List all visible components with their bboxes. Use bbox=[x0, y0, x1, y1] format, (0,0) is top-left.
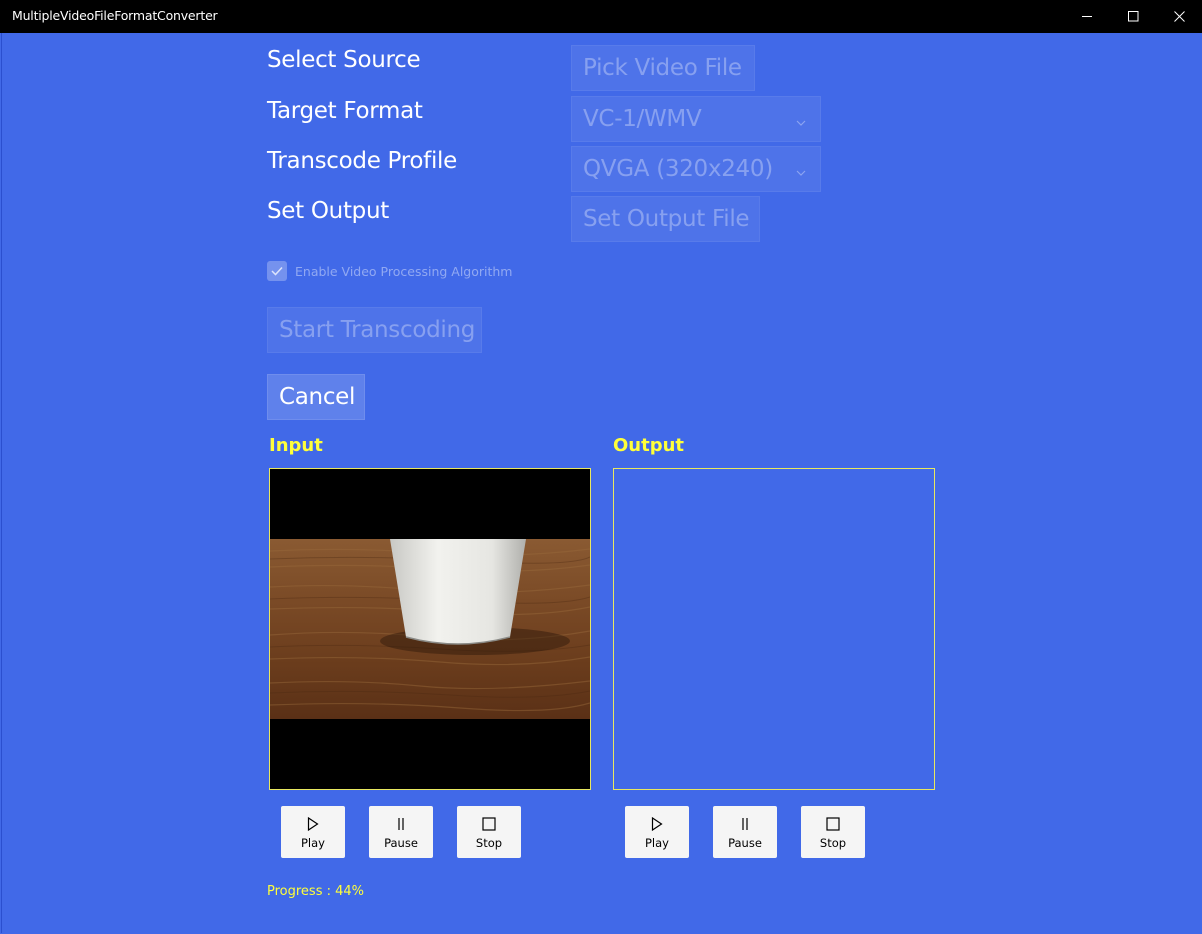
target-format-dropdown[interactable]: VC-1/WMV bbox=[571, 96, 821, 142]
select-source-label: Select Source bbox=[267, 47, 421, 73]
play-icon bbox=[307, 816, 319, 832]
input-video-player[interactable] bbox=[269, 468, 591, 790]
input-stop-button[interactable]: Stop bbox=[457, 806, 521, 858]
minimize-button[interactable] bbox=[1064, 0, 1110, 33]
stop-icon bbox=[482, 816, 496, 832]
maximize-button[interactable] bbox=[1110, 0, 1156, 33]
output-stop-button[interactable]: Stop bbox=[801, 806, 865, 858]
set-output-label: Set Output bbox=[267, 198, 389, 224]
play-icon bbox=[651, 816, 663, 832]
title-bar: MultipleVideoFileFormatConverter bbox=[0, 0, 1202, 33]
input-video-frame bbox=[270, 469, 590, 789]
output-pause-button[interactable]: Pause bbox=[713, 806, 777, 858]
pause-label: Pause bbox=[728, 836, 762, 850]
pause-icon bbox=[740, 816, 750, 832]
transcode-profile-value: QVGA (320x240) bbox=[583, 156, 773, 182]
set-output-file-button[interactable]: Set Output File bbox=[571, 196, 760, 242]
minimize-icon bbox=[1081, 16, 1092, 17]
target-format-value: VC-1/WMV bbox=[583, 106, 702, 132]
stop-label: Stop bbox=[819, 836, 847, 850]
main-content: Select Source Target Format Transcode Pr… bbox=[1, 33, 1202, 933]
stop-icon bbox=[826, 816, 840, 832]
close-icon bbox=[1173, 11, 1185, 22]
close-button[interactable] bbox=[1156, 0, 1202, 33]
transcode-profile-dropdown[interactable]: QVGA (320x240) bbox=[571, 146, 821, 192]
input-title: Input bbox=[269, 435, 323, 456]
chevron-down-icon bbox=[796, 156, 806, 182]
play-label: Play bbox=[301, 836, 325, 850]
enable-processing-checkbox[interactable] bbox=[267, 261, 287, 281]
target-format-label: Target Format bbox=[267, 98, 423, 124]
cancel-button[interactable]: Cancel bbox=[267, 374, 365, 420]
input-pause-button[interactable]: Pause bbox=[369, 806, 433, 858]
enable-processing-checkbox-row[interactable]: Enable Video Processing Algorithm bbox=[267, 261, 513, 281]
output-video-player[interactable] bbox=[613, 468, 935, 790]
chevron-down-icon bbox=[796, 106, 806, 132]
output-play-button[interactable]: Play bbox=[625, 806, 689, 858]
transcode-profile-label: Transcode Profile bbox=[267, 148, 457, 174]
stop-label: Stop bbox=[475, 836, 503, 850]
pick-video-file-button[interactable]: Pick Video File bbox=[571, 45, 755, 91]
pause-label: Pause bbox=[384, 836, 418, 850]
checkmark-icon bbox=[271, 266, 283, 276]
window-title: MultipleVideoFileFormatConverter bbox=[12, 8, 218, 23]
enable-processing-label: Enable Video Processing Algorithm bbox=[295, 263, 513, 279]
input-play-button[interactable]: Play bbox=[281, 806, 345, 858]
pause-icon bbox=[396, 816, 406, 832]
progress-text: Progress : 44% bbox=[267, 884, 365, 899]
output-title: Output bbox=[613, 435, 685, 456]
play-label: Play bbox=[645, 836, 669, 850]
start-transcoding-button[interactable]: Start Transcoding bbox=[267, 307, 482, 353]
maximize-icon bbox=[1127, 11, 1138, 22]
